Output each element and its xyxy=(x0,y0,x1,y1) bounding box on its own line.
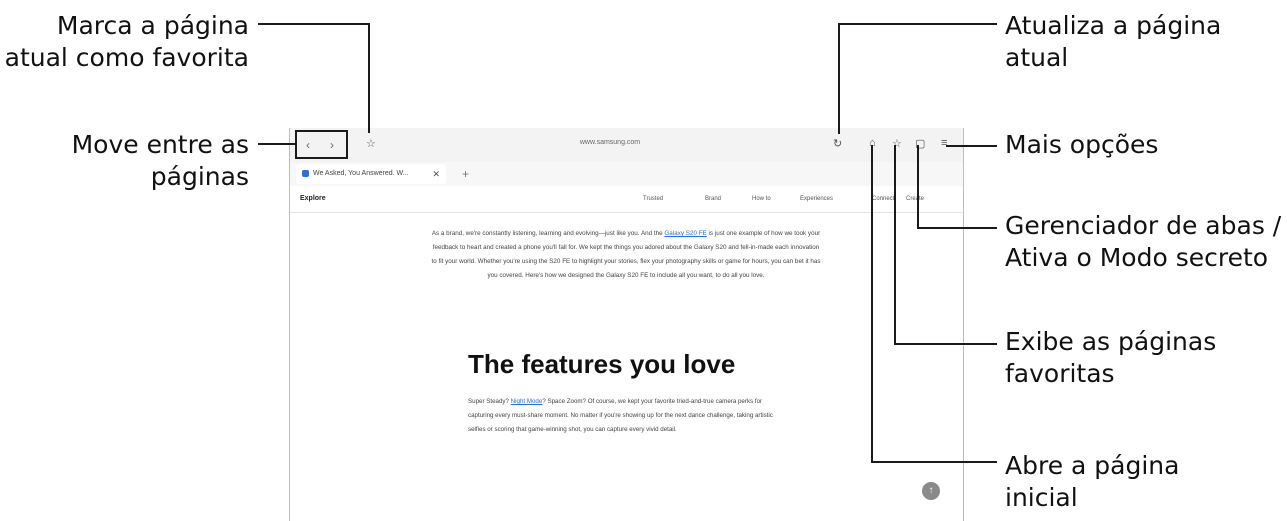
nav-bracket-bottom xyxy=(295,157,348,159)
nav-bracket-right xyxy=(346,130,348,159)
callout-more-options: Mais opções xyxy=(1005,130,1159,159)
leader-line xyxy=(946,145,997,147)
scroll-top-button[interactable]: ↑ xyxy=(922,482,940,500)
callout-refresh: Atualiza a página atual xyxy=(1005,11,1222,72)
site-header: Explore Trusted Brand How to Experiences… xyxy=(290,186,963,213)
favicon-icon xyxy=(302,169,309,177)
leader-line xyxy=(871,461,997,463)
nav-bracket-top xyxy=(295,130,348,132)
leader-line xyxy=(368,23,370,133)
night-mode-link[interactable]: Night Mode xyxy=(511,398,543,405)
more-options-icon[interactable]: ≡ xyxy=(941,137,947,149)
leader-line xyxy=(917,227,997,229)
callout-bookmarks: Exibe as páginas favoritas xyxy=(1005,327,1217,388)
nav-bracket-left xyxy=(295,130,297,159)
leader-line xyxy=(258,23,370,25)
leader-line xyxy=(838,23,840,134)
site-nav-howto[interactable]: How to xyxy=(752,196,771,202)
browser-toolbar: ‹ › ☆ www.samsung.com ↻ ⌂ ☆ ▢ ≡ xyxy=(290,128,963,162)
intro-paragraph: As a brand, we're constantly listening, … xyxy=(431,230,821,279)
new-tab-icon[interactable]: + xyxy=(462,167,469,181)
close-icon[interactable]: ✕ xyxy=(432,164,440,184)
callout-home: Abre a página inicial xyxy=(1005,451,1180,512)
site-nav-create[interactable]: Create xyxy=(906,196,924,202)
forward-icon[interactable]: › xyxy=(330,138,334,152)
site-nav-connect[interactable]: Connect xyxy=(872,196,894,202)
leader-line xyxy=(871,145,873,462)
site-nav-brand[interactable]: Brand xyxy=(705,196,721,202)
tab-strip: We Asked, You Answered. W... ✕ + xyxy=(290,162,963,186)
leader-line xyxy=(894,145,896,344)
callout-tab-manager: Gerenciador de abas / Ativa o Modo secre… xyxy=(1005,211,1282,272)
back-icon[interactable]: ‹ xyxy=(306,138,310,152)
leader-line xyxy=(917,145,919,228)
body-paragraph: Super Steady? Night Mode? Space Zoom? Of… xyxy=(468,398,773,433)
section-heading: The features you love xyxy=(468,349,736,379)
browser-screenshot: ‹ › ☆ www.samsung.com ↻ ⌂ ☆ ▢ ≡ We Asked… xyxy=(289,128,964,521)
leader-line xyxy=(838,23,997,25)
leader-line xyxy=(894,343,997,345)
address-bar[interactable]: www.samsung.com xyxy=(440,139,780,146)
callout-move-pages: Move entre as páginas xyxy=(71,130,249,191)
browser-tab[interactable]: We Asked, You Answered. W... ✕ xyxy=(296,164,446,184)
site-nav-experiences[interactable]: Experiences xyxy=(800,196,833,202)
bookmark-add-icon[interactable]: ☆ xyxy=(366,137,376,150)
callout-bookmark-page: Marca a página atual como favorita xyxy=(4,11,249,72)
galaxy-link[interactable]: Galaxy S20 FE xyxy=(664,230,706,237)
leader-line xyxy=(258,143,296,145)
site-title: Explore xyxy=(300,195,326,202)
refresh-icon[interactable]: ↻ xyxy=(833,137,842,150)
site-nav-trusted[interactable]: Trusted xyxy=(643,196,663,202)
